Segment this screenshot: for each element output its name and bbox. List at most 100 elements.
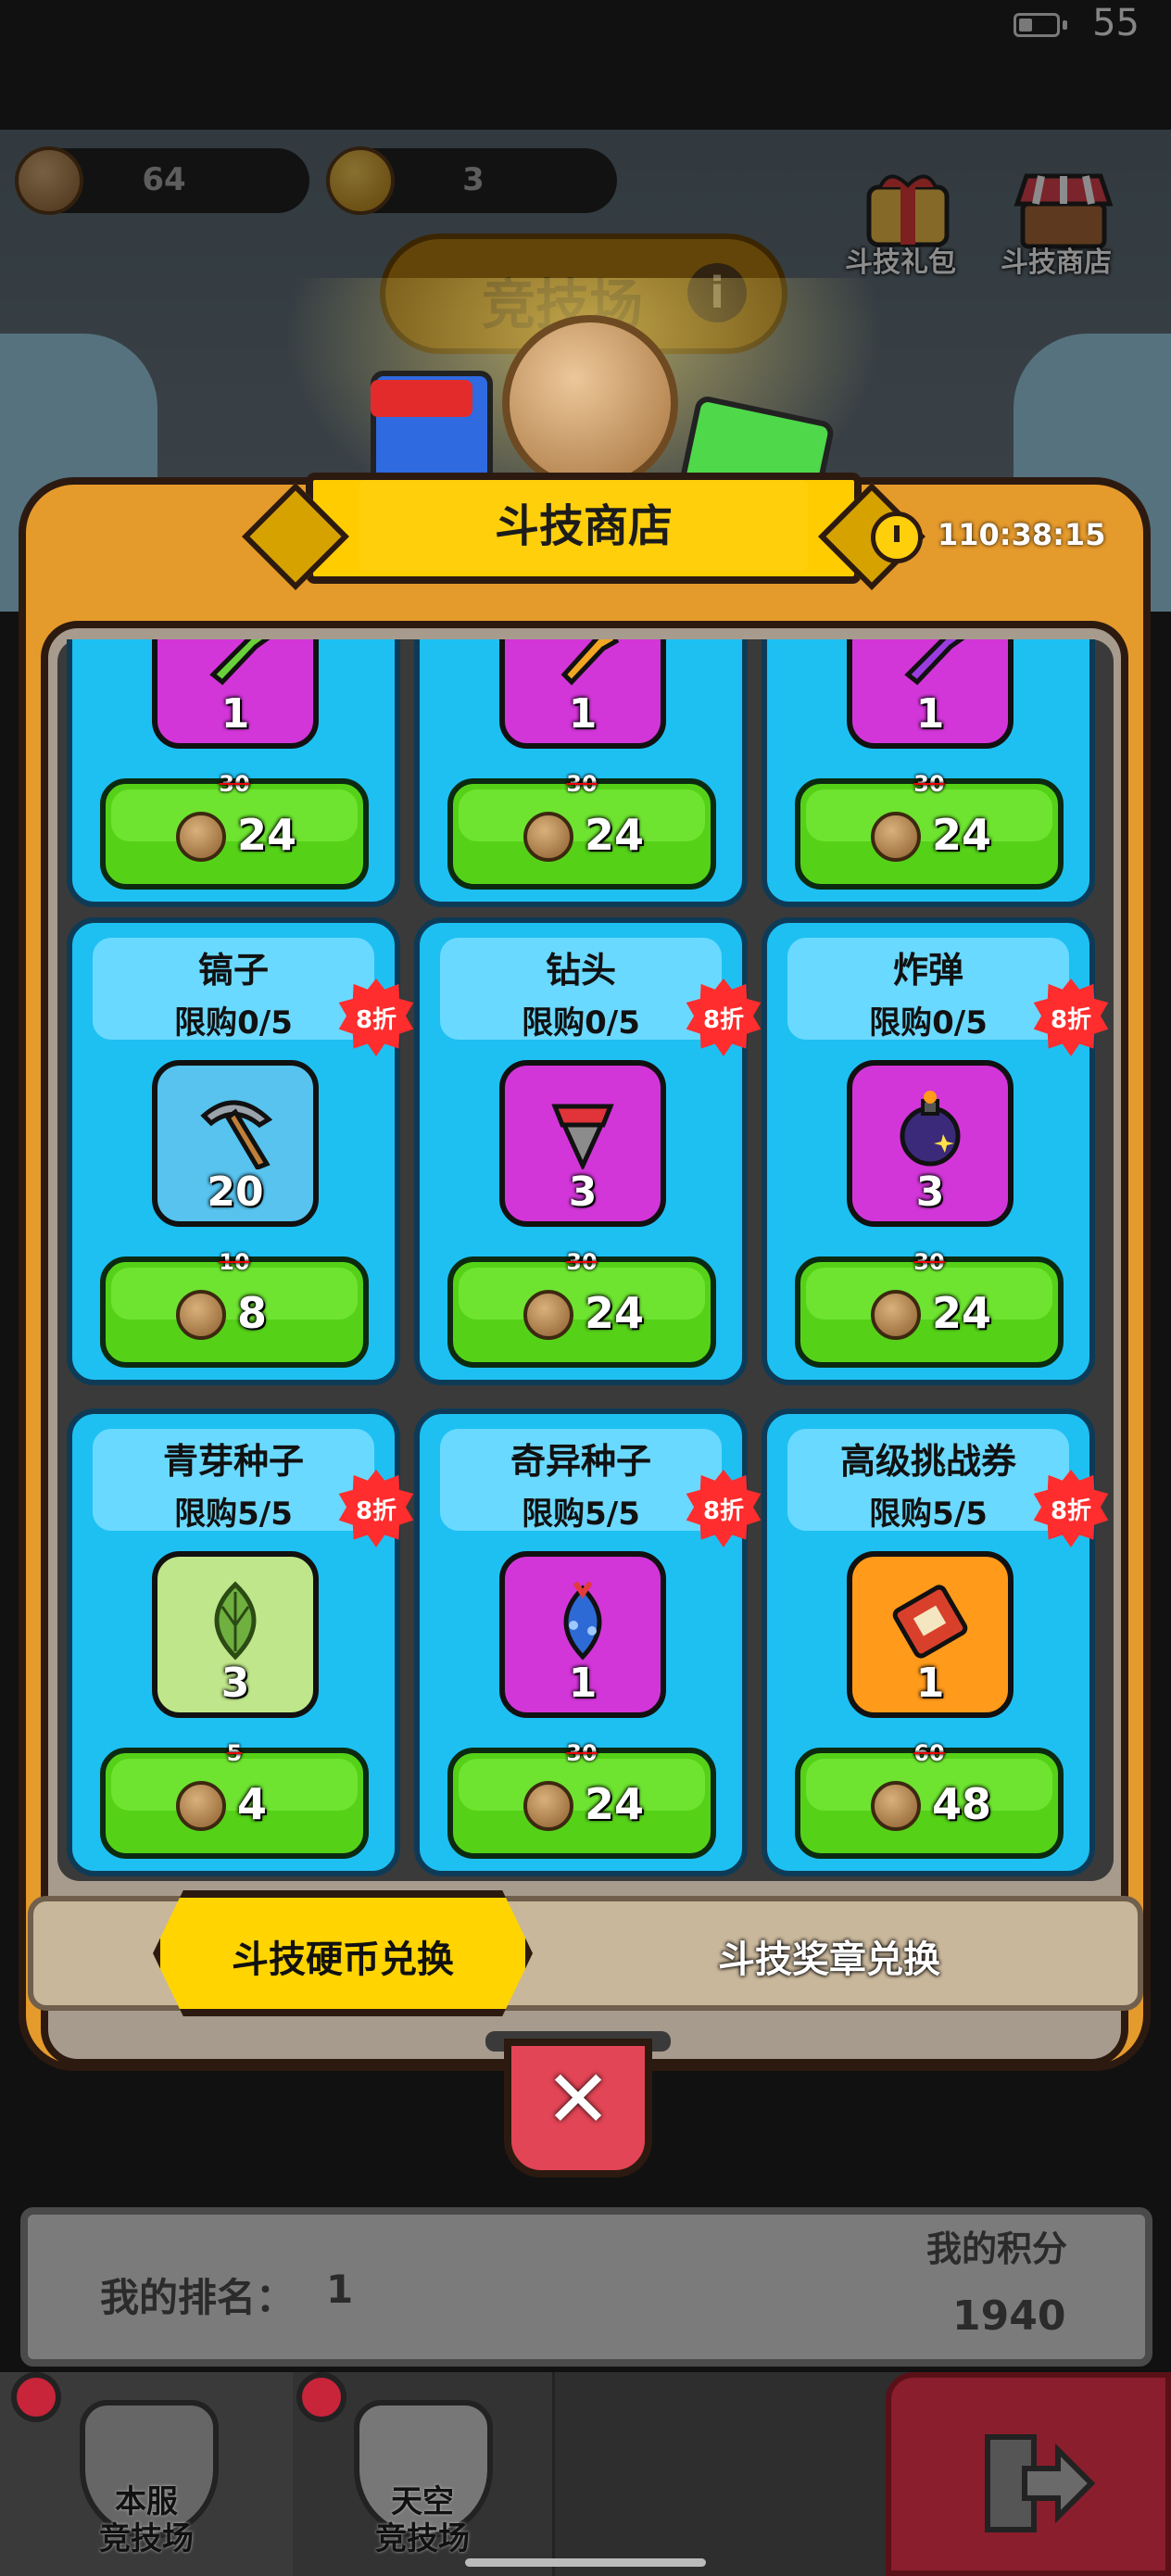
item-box: 3 bbox=[152, 1551, 319, 1718]
nav-local-arena[interactable]: 本服 竞技场 bbox=[0, 2372, 296, 2576]
item-price: 24 bbox=[237, 810, 297, 860]
nav-sky-arena-line1: 天空 bbox=[391, 2483, 454, 2520]
item-quantity: 1 bbox=[568, 1660, 598, 1707]
buy-button[interactable]: 30 24 bbox=[795, 1249, 1064, 1368]
wrench-icon bbox=[209, 639, 271, 686]
item-box: 3 bbox=[847, 1060, 1014, 1227]
arena-coin-icon bbox=[871, 1781, 921, 1831]
partial-item-row: 1 30 24 1 30 24 1 30 24 bbox=[57, 639, 1114, 908]
pickaxe-icon bbox=[200, 1100, 273, 1169]
green-seed-icon bbox=[214, 1581, 257, 1661]
item-price: 8 bbox=[237, 1288, 268, 1338]
buy-button[interactable]: 5 4 bbox=[100, 1740, 369, 1859]
shop-item-card-green-seed[interactable]: 青芽种子 限购5/5 8折 3 5 4 bbox=[67, 1408, 414, 1876]
item-price: 24 bbox=[585, 1779, 645, 1829]
buy-button-shine bbox=[111, 1759, 358, 1811]
strange-seed-icon bbox=[563, 1581, 602, 1661]
discount-text: 8折 bbox=[1050, 1006, 1092, 1034]
my-score-label: 我的积分 bbox=[926, 2229, 1068, 2269]
shop-item-card-strange-seed[interactable]: 奇异种子 限购5/5 8折 1 30 24 bbox=[414, 1408, 762, 1876]
item-price: 24 bbox=[585, 1288, 645, 1338]
discount-text: 8折 bbox=[702, 1006, 745, 1034]
original-price: 10 bbox=[219, 1249, 250, 1275]
buy-button-shine bbox=[806, 1268, 1052, 1320]
item-price: 24 bbox=[932, 810, 992, 860]
buy-button[interactable]: 30 24 bbox=[447, 1740, 716, 1859]
refresh-timer: 110:38:15 bbox=[938, 517, 1106, 552]
item-box: 1 bbox=[152, 639, 319, 749]
home-indicator bbox=[465, 2558, 706, 2567]
original-price: 30 bbox=[566, 1740, 598, 1766]
drill-icon bbox=[551, 1104, 614, 1169]
item-quantity: 3 bbox=[220, 1660, 250, 1707]
original-price: 30 bbox=[219, 771, 250, 797]
shop-item-card-pickaxe[interactable]: 镐子 限购0/5 8折 20 10 8 bbox=[67, 917, 414, 1385]
buy-button-shine bbox=[459, 1268, 705, 1320]
buy-button[interactable]: 30 24 bbox=[100, 771, 369, 890]
shop-item-card-drill[interactable]: 钻头 限购0/5 8折 3 30 24 bbox=[414, 917, 762, 1385]
item-box: 1 bbox=[847, 639, 1014, 749]
item-box: 1 bbox=[499, 1551, 666, 1718]
arena-coin-icon bbox=[871, 812, 921, 862]
original-price: 60 bbox=[913, 1740, 945, 1766]
item-quantity: 20 bbox=[207, 1168, 264, 1216]
discount-badge: 8折 bbox=[337, 979, 415, 1056]
discount-badge: 8折 bbox=[337, 1470, 415, 1547]
item-box: 1 bbox=[499, 639, 666, 749]
shop-item-card[interactable]: 1 30 24 bbox=[414, 639, 748, 907]
item-price: 48 bbox=[932, 1779, 992, 1829]
buy-button-shine bbox=[459, 1759, 705, 1811]
buy-button-shine bbox=[111, 789, 358, 841]
discount-badge: 8折 bbox=[1032, 979, 1110, 1056]
buy-button-shine bbox=[806, 789, 1052, 841]
item-price: 24 bbox=[932, 1288, 992, 1338]
discount-text: 8折 bbox=[1050, 1497, 1092, 1525]
shop-item-card[interactable]: 1 30 24 bbox=[67, 639, 400, 907]
my-score-value: 1940 bbox=[952, 2292, 1066, 2340]
close-icon[interactable]: ✕ bbox=[504, 2053, 652, 2146]
buy-button[interactable]: 30 24 bbox=[447, 1249, 716, 1368]
discount-text: 8折 bbox=[355, 1006, 397, 1034]
arena-coin-icon bbox=[176, 1290, 226, 1340]
shop-item-card[interactable]: 1 30 24 bbox=[762, 639, 1095, 907]
arena-coin-icon bbox=[523, 812, 573, 862]
shop-item-card-challenge-ticket[interactable]: 高级挑战券 限购5/5 8折 1 60 48 bbox=[762, 1408, 1109, 1876]
original-price: 30 bbox=[913, 771, 945, 797]
arena-coin-icon bbox=[176, 812, 226, 862]
item-box: 1 bbox=[847, 1551, 1014, 1718]
original-price: 30 bbox=[566, 1249, 598, 1275]
buy-button-shine bbox=[111, 1268, 358, 1320]
item-box: 3 bbox=[499, 1060, 666, 1227]
notification-dot bbox=[296, 2372, 346, 2422]
shop-item-card-bomb[interactable]: 炸弹 限购0/5 8折 3 30 24 bbox=[762, 917, 1109, 1385]
buy-button[interactable]: 10 8 bbox=[100, 1249, 369, 1368]
nav-local-arena-line2: 竞技场 bbox=[99, 2520, 194, 2557]
discount-badge: 8折 bbox=[685, 1470, 762, 1547]
nav-sky-arena-line2: 竞技场 bbox=[375, 2520, 470, 2557]
arena-coin-icon bbox=[176, 1781, 226, 1831]
key-icon bbox=[560, 639, 620, 686]
discount-text: 8折 bbox=[702, 1497, 745, 1525]
buy-button-shine bbox=[459, 789, 705, 841]
original-price: 30 bbox=[566, 771, 598, 797]
buy-button[interactable]: 60 48 bbox=[795, 1740, 1064, 1859]
bomb-icon bbox=[900, 1091, 961, 1167]
item-quantity: 1 bbox=[915, 690, 945, 738]
tab-coin-exchange-label[interactable]: 斗技硬币兑换 bbox=[153, 1929, 533, 1983]
nav-sky-arena[interactable]: 天空 竞技场 bbox=[293, 2372, 555, 2576]
purple-wrench-icon bbox=[904, 639, 965, 686]
buy-button[interactable]: 30 24 bbox=[447, 771, 716, 890]
discount-badge: 8折 bbox=[1032, 1470, 1110, 1547]
item-quantity: 3 bbox=[915, 1168, 945, 1216]
discount-badge: 8折 bbox=[685, 979, 762, 1056]
buy-button[interactable]: 30 24 bbox=[795, 771, 1064, 890]
notification-dot bbox=[11, 2372, 61, 2422]
ribbon-icon bbox=[371, 380, 472, 417]
item-price: 24 bbox=[585, 810, 645, 860]
tab-medal-exchange[interactable]: 斗技奖章兑换 bbox=[648, 1929, 1010, 1983]
item-price: 4 bbox=[237, 1779, 268, 1829]
big-arena-coin-icon bbox=[502, 315, 678, 491]
nav-local-arena-line1: 本服 bbox=[115, 2483, 178, 2520]
my-rank-label: 我的排名： bbox=[100, 2275, 296, 2320]
buy-button-shine bbox=[806, 1759, 1052, 1811]
